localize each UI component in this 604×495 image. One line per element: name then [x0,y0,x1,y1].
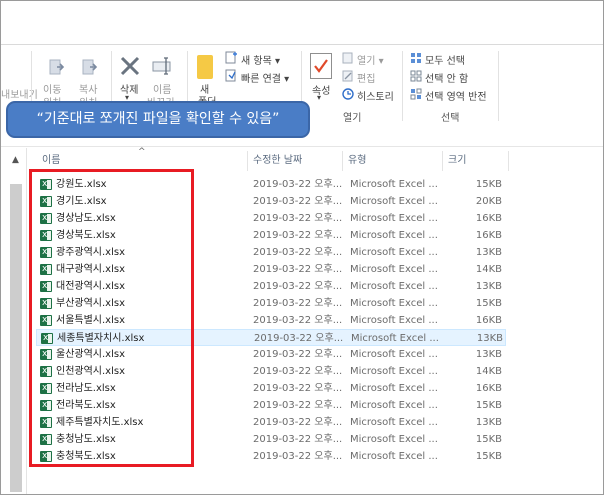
file-date: 2019-03-22 오후... [253,417,343,428]
file-date: 2019-03-22 오후... [253,213,343,224]
file-date: 2019-03-22 오후... [253,400,343,411]
file-size: 14KB [475,264,502,275]
easy-access-icon[interactable] [225,69,238,82]
file-type: Microsoft Excel ... [350,400,438,411]
file-type: Microsoft Excel ... [351,333,439,344]
copy-to-icon[interactable] [82,58,98,76]
file-size: 15KB [475,434,502,445]
history-button[interactable]: 히스토리 [357,88,394,103]
file-size: 15KB [475,451,502,462]
file-type: Microsoft Excel ... [350,298,438,309]
scroll-up-icon[interactable]: ▲ [12,155,19,165]
column-header-size[interactable]: 크기 [448,151,466,171]
file-date: 2019-03-22 오후... [253,315,343,326]
file-size: 15KB [475,298,502,309]
file-type: Microsoft Excel ... [350,417,438,428]
delete-icon[interactable] [118,54,142,78]
column-header-date[interactable]: 수정한 날짜 [253,151,302,171]
column-header-name[interactable]: 이름 [42,151,60,171]
properties-dropdown-icon[interactable]: ▾ [317,93,321,102]
highlight-box [29,169,194,467]
file-date: 2019-03-22 오후... [253,451,343,462]
edit-icon[interactable] [342,70,354,82]
column-divider[interactable] [442,151,443,171]
file-type: Microsoft Excel ... [350,383,438,394]
ribbon-separator [498,51,499,121]
navigation-scrollbar[interactable] [10,184,22,492]
ribbon-separator [402,51,403,121]
file-type: Microsoft Excel ... [350,230,438,241]
file-date: 2019-03-22 오후... [253,383,343,394]
history-icon[interactable] [342,88,354,100]
file-size: 13KB [475,281,502,292]
column-divider[interactable] [247,151,248,171]
easy-access-button[interactable]: 빠른 연결 ▾ [241,70,289,85]
file-type: Microsoft Excel ... [350,281,438,292]
edit-button[interactable]: 편집 [357,70,375,85]
column-header-type[interactable]: 유형 [348,151,366,171]
file-size: 13KB [476,333,503,344]
file-size: 16KB [475,230,502,241]
file-date: 2019-03-22 오후... [253,196,343,207]
select-none-icon[interactable] [410,70,422,82]
file-type: Microsoft Excel ... [350,349,438,360]
file-size: 16KB [475,213,502,224]
file-size: 13KB [475,247,502,258]
file-size: 13KB [475,417,502,428]
new-item-icon[interactable] [225,51,238,64]
properties-icon[interactable] [310,53,332,79]
file-size: 16KB [475,383,502,394]
file-date: 2019-03-22 오후... [253,230,343,241]
select-none-button[interactable]: 선택 안 함 [425,70,468,85]
file-date: 2019-03-22 오후... [253,298,343,309]
file-size: 20KB [475,196,502,207]
select-group-label: 선택 [441,113,460,124]
file-type: Microsoft Excel ... [350,247,438,258]
open-button[interactable]: 열기 ▾ [357,52,384,67]
file-date: 2019-03-22 오후... [253,281,343,292]
sort-ascending-icon: ^ [138,147,146,157]
select-all-button[interactable]: 모두 선택 [425,52,465,67]
file-type: Microsoft Excel ... [350,366,438,377]
file-date: 2019-03-22 오후... [253,434,343,445]
file-date: 2019-03-22 오후... [253,366,343,377]
file-type: Microsoft Excel ... [350,315,438,326]
file-date: 2019-03-22 오후... [253,264,343,275]
file-size: 13KB [475,349,502,360]
select-all-icon[interactable] [410,52,422,64]
column-divider[interactable] [342,151,343,171]
open-group-label: 열기 [343,113,362,124]
file-size: 14KB [475,366,502,377]
open-icon[interactable] [342,52,354,64]
export-label[interactable]: 내보내기 [1,86,38,101]
file-size: 15KB [475,179,502,190]
file-date: 2019-03-22 오후... [253,247,343,258]
file-type: Microsoft Excel ... [350,213,438,224]
file-date: 2019-03-22 오후... [253,349,343,360]
move-to-icon[interactable] [49,58,65,76]
file-size: 15KB [475,400,502,411]
ribbon-top-strip [1,1,603,45]
new-item-button[interactable]: 새 항목 ▾ [241,52,280,67]
file-type: Microsoft Excel ... [350,264,438,275]
column-divider[interactable] [508,151,509,171]
delete-label[interactable]: 삭제 [120,81,138,96]
file-type: Microsoft Excel ... [350,196,438,207]
file-date: 2019-03-22 오후... [253,179,343,190]
file-date: 2019-03-22 오후... [254,333,344,344]
properties-label[interactable]: 속성 [312,82,330,97]
new-folder-icon[interactable] [197,55,213,79]
file-type: Microsoft Excel ... [350,434,438,445]
file-type: Microsoft Excel ... [350,451,438,462]
invert-selection-icon[interactable] [410,88,422,100]
rename-icon[interactable] [152,56,174,76]
file-type: Microsoft Excel ... [350,179,438,190]
annotation-callout: “기준대로 쪼개진 파일을 확인할 수 있음” [6,101,310,138]
invert-selection-button[interactable]: 선택 영역 반전 [425,88,487,103]
file-size: 16KB [475,315,502,326]
